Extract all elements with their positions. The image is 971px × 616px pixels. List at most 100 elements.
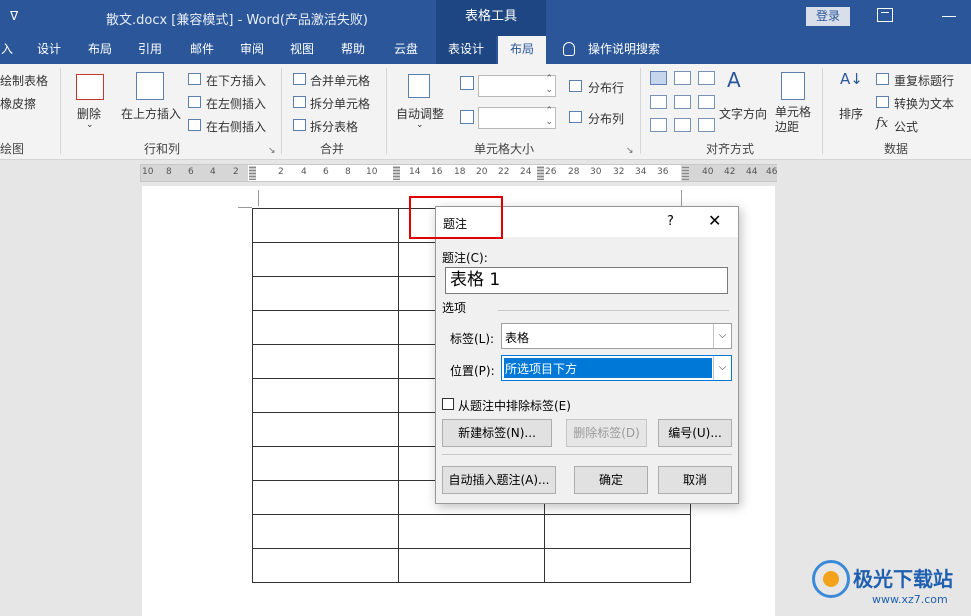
table-cell[interactable] [544, 548, 691, 583]
align-middle-right-button[interactable] [698, 95, 715, 109]
column-width-icon [460, 110, 474, 124]
ok-button[interactable]: 确定 [574, 466, 648, 494]
quick-access-customize-icon[interactable]: ᐁ [10, 9, 18, 23]
split-table-button[interactable]: 拆分表格 [310, 118, 358, 135]
tab-cloud[interactable]: 云盘 [384, 36, 428, 64]
ruler-number: 24 [520, 167, 532, 177]
tab-design[interactable]: 设计 [30, 36, 68, 64]
ruler-number: 4 [301, 167, 307, 177]
cell-size-launcher-icon[interactable]: ↘ [626, 146, 634, 156]
tab-review[interactable]: 审阅 [232, 36, 272, 64]
formula-button[interactable]: 公式 [894, 118, 918, 135]
help-icon[interactable]: ? [667, 214, 674, 229]
insert-left-button[interactable]: 在左侧插入 [206, 95, 266, 112]
label-select[interactable]: 表格 ⌵ [501, 323, 732, 349]
ruler-indent-marker[interactable] [682, 166, 689, 180]
draw-table-button[interactable]: 绘制表格 [0, 72, 48, 89]
table-cell[interactable] [252, 446, 399, 481]
table-cell[interactable] [252, 514, 399, 549]
tab-layout[interactable]: 布局 [80, 36, 120, 64]
ruler-number: 10 [142, 167, 154, 177]
cell-margins-button[interactable]: 单元格边距 [775, 105, 813, 135]
close-icon[interactable]: ✕ [708, 211, 721, 230]
ruler-column-marker[interactable] [393, 166, 400, 180]
delete-dropdown-chevron-icon[interactable]: ⌄ [86, 120, 94, 130]
table-cell[interactable] [252, 276, 399, 311]
delete-label-button[interactable]: 删除标签(D) [566, 419, 647, 447]
tab-table-layout[interactable]: 布局 [498, 36, 546, 64]
ruler-number: 14 [409, 167, 421, 177]
ruler-column-marker[interactable] [537, 166, 544, 180]
convert-to-text-icon [876, 96, 889, 108]
insert-left-icon [188, 96, 201, 108]
insert-right-button[interactable]: 在右侧插入 [206, 118, 266, 135]
horizontal-ruler[interactable]: 10 8 6 4 2 2 4 6 8 10 14 16 18 20 22 24 … [140, 164, 777, 182]
column-width-input[interactable] [478, 106, 556, 129]
caption-label: 题注(C): [442, 251, 488, 265]
table-cell[interactable] [252, 412, 399, 447]
align-bottom-right-button[interactable] [698, 118, 715, 132]
table-cell[interactable] [252, 208, 399, 243]
rows-columns-launcher-icon[interactable]: ↘ [268, 146, 276, 156]
table-row [252, 548, 691, 583]
minimize-icon[interactable] [942, 16, 956, 17]
split-cells-button[interactable]: 拆分单元格 [310, 95, 370, 112]
new-label-button[interactable]: 新建标签(N)... [442, 419, 552, 447]
tab-insert[interactable]: 入 [0, 36, 14, 64]
ruler-number: 6 [323, 167, 329, 177]
autocaption-button[interactable]: 自动插入题注(A)... [442, 466, 556, 494]
merge-cells-icon [293, 73, 306, 85]
group-label-data: 数据 [884, 142, 909, 156]
table-cell[interactable] [398, 514, 545, 549]
insert-below-button[interactable]: 在下方插入 [206, 72, 266, 89]
caption-input[interactable]: 表格 1 [445, 267, 728, 294]
login-button[interactable]: 登录 [806, 7, 850, 26]
dialog-divider [442, 454, 732, 455]
ruler-number: 18 [454, 167, 466, 177]
table-cell[interactable] [252, 310, 399, 345]
distribute-columns-button[interactable]: 分布列 [588, 110, 624, 127]
align-bottom-left-button[interactable] [650, 118, 667, 132]
table-cell[interactable] [252, 378, 399, 413]
align-bottom-center-button[interactable] [674, 118, 691, 132]
table-cell[interactable] [252, 548, 399, 583]
align-top-left-button[interactable] [650, 71, 667, 85]
table-cell[interactable] [544, 514, 691, 549]
insert-above-button[interactable]: 在上方插入 [121, 105, 181, 122]
ruler-indent-marker[interactable] [249, 166, 256, 180]
table-cell[interactable] [252, 344, 399, 379]
tab-view[interactable]: 视图 [282, 36, 322, 64]
row-height-input[interactable] [478, 74, 556, 97]
table-cell[interactable] [252, 242, 399, 277]
align-top-center-button[interactable] [674, 71, 691, 85]
align-middle-center-button[interactable] [674, 95, 691, 109]
tell-me-search[interactable]: 操作说明搜索 [588, 36, 692, 64]
repeat-header-rows-button[interactable]: 重复标题行 [894, 72, 954, 89]
numbering-button[interactable]: 编号(U)... [658, 419, 732, 447]
group-label-rows-columns: 行和列 [144, 142, 181, 156]
chevron-down-icon[interactable]: ⌵ [713, 356, 731, 380]
align-middle-left-button[interactable] [650, 95, 667, 109]
table-cell[interactable] [252, 480, 399, 515]
merge-cells-button[interactable]: 合并单元格 [310, 72, 370, 89]
position-select[interactable]: 所选项目下方 ⌵ [501, 355, 732, 381]
chevron-down-icon[interactable]: ⌵ [713, 324, 731, 348]
convert-to-text-button[interactable]: 转换为文本 [894, 95, 954, 112]
distribute-rows-button[interactable]: 分布行 [588, 79, 624, 96]
exclude-label-checkbox[interactable] [442, 398, 454, 410]
text-direction-button[interactable]: 文字方向 [719, 105, 767, 122]
autofit-dropdown-chevron-icon[interactable]: ⌄ [416, 120, 424, 130]
cancel-button[interactable]: 取消 [658, 466, 732, 494]
table-row [252, 514, 691, 549]
tab-help[interactable]: 帮助 [332, 36, 374, 64]
ribbon-display-options-icon[interactable] [877, 8, 893, 22]
table-cell[interactable] [398, 548, 545, 583]
watermark-name: 极光下载站 [853, 567, 953, 591]
sort-button[interactable]: 排序 [839, 105, 863, 122]
tab-mailings[interactable]: 邮件 [182, 36, 222, 64]
tab-table-design[interactable]: 表设计 [436, 36, 496, 64]
tab-references[interactable]: 引用 [130, 36, 170, 64]
align-top-right-button[interactable] [698, 71, 715, 85]
row-height-icon [460, 76, 474, 90]
eraser-button[interactable]: 橡皮擦 [0, 95, 36, 112]
